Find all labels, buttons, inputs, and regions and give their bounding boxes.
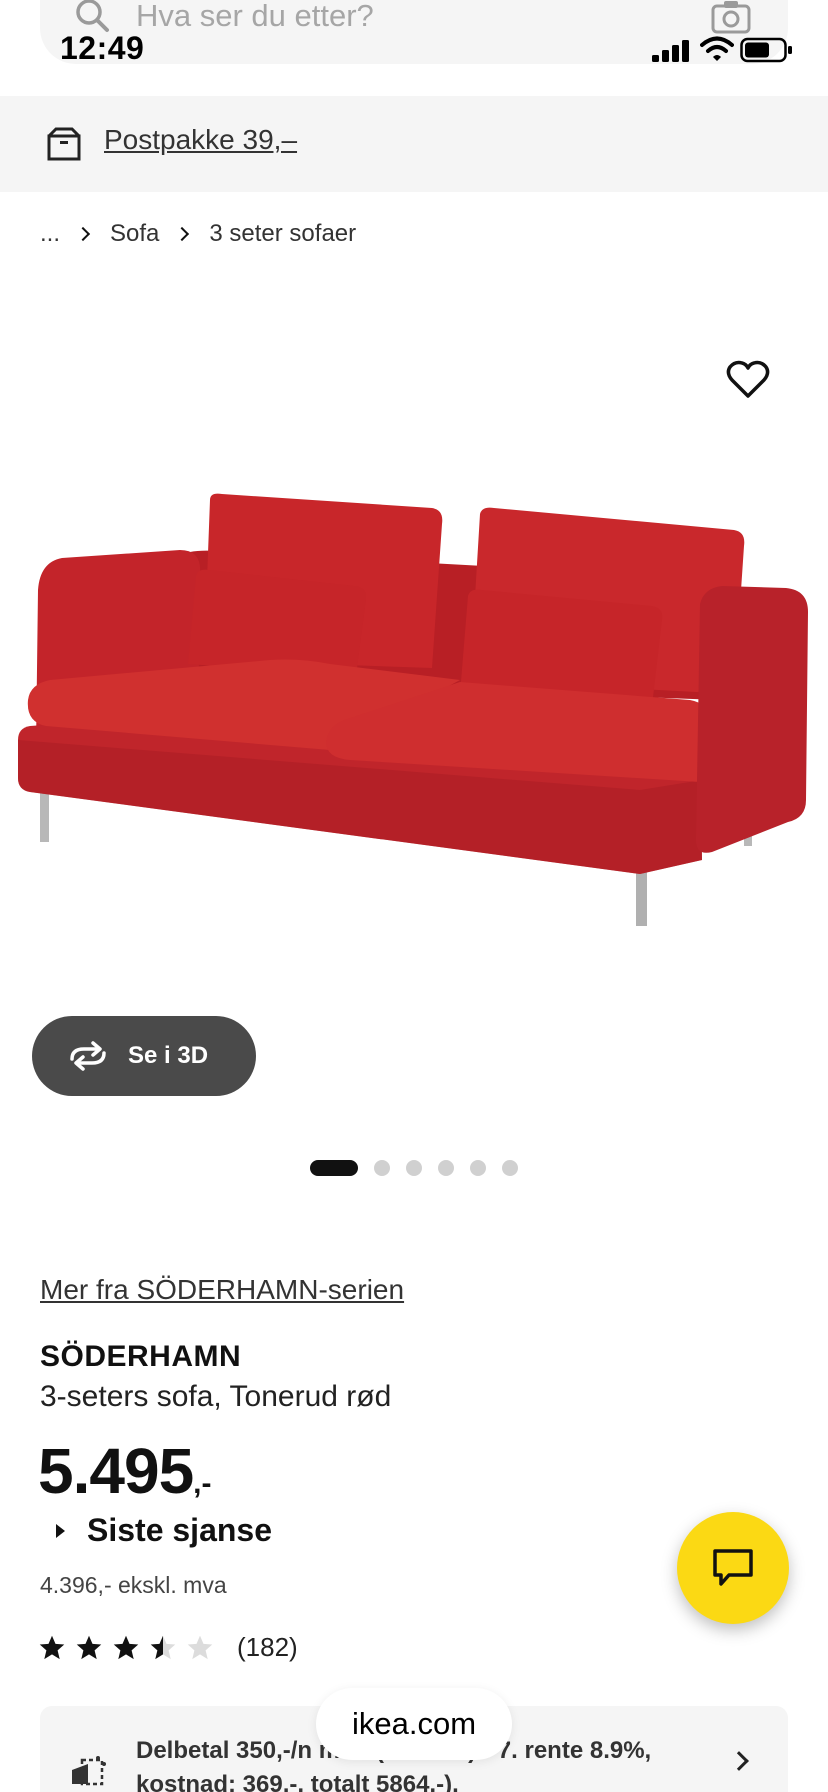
product-name: SÖDERHAMN (40, 1340, 242, 1373)
financing-line-2: kostnad: 369,-, totalt 5864,-). (136, 1771, 459, 1792)
search-placeholder[interactable]: Hva ser du etter? (136, 0, 374, 34)
star-full-icon (76, 1635, 102, 1659)
carousel-dot[interactable] (374, 1160, 390, 1176)
carousel-dot[interactable] (502, 1160, 518, 1176)
search-icon[interactable] (74, 0, 112, 34)
wifi-icon (700, 36, 734, 61)
carousel-dot[interactable] (438, 1160, 454, 1176)
camera-icon[interactable] (710, 0, 752, 34)
breadcrumb-ellipsis[interactable]: ... (40, 220, 60, 248)
chevron-right-icon (75, 226, 91, 242)
shipping-banner: Postpakke 39,– (0, 96, 828, 192)
heart-icon[interactable] (726, 360, 770, 400)
series-link[interactable]: Mer fra SÖDERHAMN-serien (40, 1274, 404, 1306)
battery-icon (740, 37, 792, 63)
financing-icon (72, 1756, 106, 1786)
price-suffix: ,- (193, 1467, 212, 1500)
product-rating[interactable]: (182) (38, 1632, 298, 1663)
top-bar: Hva ser du etter? 12:49 (0, 0, 828, 96)
view-3d-button[interactable]: Se i 3D (32, 1016, 256, 1096)
star-full-icon (113, 1635, 139, 1659)
parcel-icon (47, 127, 81, 161)
breadcrumb-item-sofa[interactable]: Sofa (110, 220, 159, 248)
chevron-right-icon (175, 226, 190, 242)
last-chance-toggle[interactable]: Siste sjanse (56, 1512, 272, 1549)
star-half-icon (150, 1635, 176, 1659)
rotate-3d-icon (70, 1041, 106, 1071)
product-description: 3-seters sofa, Tonerud rød (40, 1380, 392, 1413)
star-full-icon (39, 1635, 65, 1659)
view-3d-label: Se i 3D (128, 1042, 209, 1069)
breadcrumb-item-3-seter[interactable]: 3 seter sofaer (209, 220, 356, 248)
price-ex-vat: 4.396,- ekskl. mva (40, 1572, 227, 1598)
carousel-dot[interactable] (470, 1160, 486, 1176)
product-image[interactable] (0, 340, 828, 1020)
carousel-dot[interactable] (406, 1160, 422, 1176)
caret-right-icon (56, 1523, 65, 1538)
price-integer: 5.495 (38, 1435, 194, 1507)
cellular-signal-icon (652, 40, 689, 62)
product-price: 5.495,- (38, 1434, 211, 1508)
address-bar[interactable]: ikea.com (316, 1688, 512, 1760)
status-clock: 12:49 (60, 30, 145, 66)
shipping-link[interactable]: Postpakke 39,– (104, 124, 297, 156)
chevron-right-icon (729, 1751, 749, 1771)
star-empty-icon (187, 1635, 213, 1659)
chat-button[interactable] (677, 1512, 789, 1624)
carousel-dot[interactable] (310, 1160, 358, 1176)
chat-bubble-icon (713, 1549, 753, 1586)
breadcrumb: ... Sofa 3 seter sofaer (40, 218, 356, 250)
image-carousel-indicator (310, 1160, 534, 1176)
last-chance-label: Siste sjanse (87, 1512, 272, 1548)
review-count[interactable]: (182) (237, 1632, 298, 1663)
